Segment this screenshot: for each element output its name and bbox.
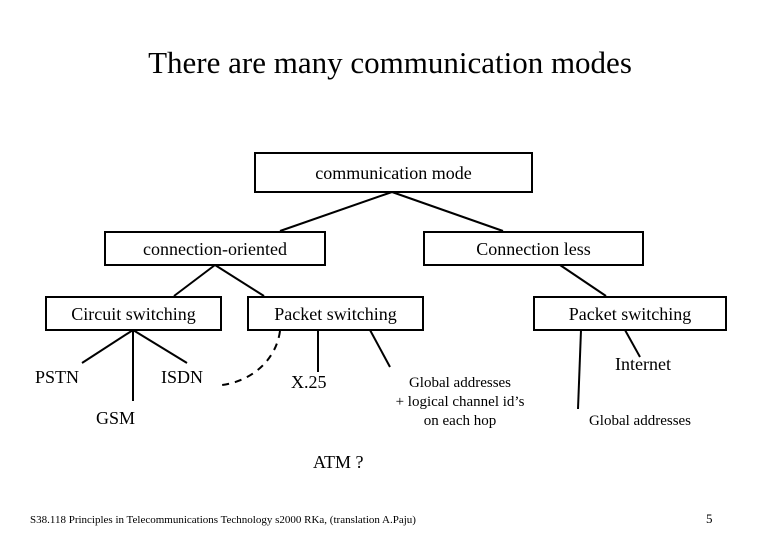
edge-circuit-to-isdn (132, 329, 188, 364)
leaf-internet: Internet (615, 354, 671, 374)
edge-co-to-packet-switching (214, 264, 265, 297)
annotation-global-addresses: Global addresses (565, 412, 715, 431)
edge-root-to-connection-oriented (279, 191, 393, 232)
node-connection-oriented[interactable]: connection-oriented (104, 231, 326, 266)
node-packet-switching-connection-oriented-label: Packet switching (274, 303, 397, 324)
node-communication-mode-label: communication mode (315, 162, 472, 183)
node-communication-mode[interactable]: communication mode (254, 152, 533, 193)
annotation-line-3: on each hop (423, 413, 497, 429)
edge-packet-right-to-internet (624, 329, 641, 358)
edge-packet-to-global-addresses (369, 329, 391, 368)
node-connection-less-label: Connection less (476, 238, 591, 259)
node-packet-switching-connection-less-label: Packet switching (568, 303, 692, 324)
leaf-atm: ATM ? (313, 452, 364, 472)
annotation-line-2: + logical channel id’s (395, 394, 525, 410)
edge-circuit-to-pstn (81, 329, 134, 364)
annotation-global-addresses-line-1: Global addresses (588, 413, 692, 429)
footer-course-info: S38.118 Principles in Telecommunications… (30, 514, 416, 526)
leaf-x25: X.25 (291, 372, 327, 392)
slide-canvas: There are many communication modes commu… (0, 0, 780, 540)
annotation-line-1: Global addresses (408, 375, 512, 391)
leaf-gsm: GSM (96, 408, 136, 428)
node-connection-oriented-label: connection-oriented (143, 238, 287, 259)
annotation-global-addresses-logical-channel: Global addresses + logical channel id’s … (360, 374, 560, 431)
node-connection-less[interactable]: Connection less (423, 231, 644, 266)
page-title: There are many communication modes (148, 45, 632, 80)
edge-packet-to-isdn-dashed (221, 330, 281, 386)
node-packet-switching-connection-less[interactable]: Packet switching (533, 296, 727, 331)
edge-packet-right-to-global-addresses (577, 329, 582, 410)
node-circuit-switching-label: Circuit switching (71, 303, 196, 324)
node-packet-switching-connection-oriented[interactable]: Packet switching (247, 296, 424, 331)
edge-root-to-connection-less (391, 191, 504, 232)
leaf-isdn: ISDN (161, 367, 204, 387)
diagram-connectors (81, 191, 641, 410)
node-circuit-switching[interactable]: Circuit switching (45, 296, 222, 331)
leaf-pstn: PSTN (35, 367, 80, 387)
edge-cl-to-packet-switching-right (559, 264, 607, 297)
footer-page-number: 5 (706, 511, 713, 526)
edge-co-to-circuit-switching (173, 264, 216, 297)
